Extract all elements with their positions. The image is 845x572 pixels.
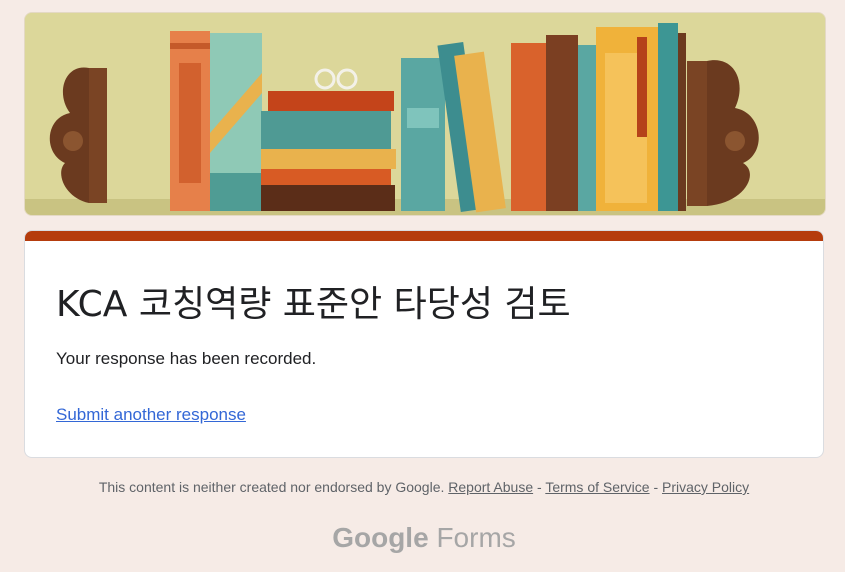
forms-wordmark: Forms: [436, 522, 516, 553]
report-abuse-link[interactable]: Report Abuse: [448, 479, 533, 495]
card-accent-bar: [25, 231, 823, 241]
bookshelf-illustration: [25, 13, 825, 215]
google-forms-logo[interactable]: Google Forms: [0, 522, 845, 554]
footer-separator: -: [537, 479, 542, 495]
confirmation-card: KCA 코칭역량 표준안 타당성 검토 Your response has be…: [24, 230, 824, 458]
header-banner: [24, 12, 826, 216]
google-wordmark: Google: [332, 522, 429, 553]
form-title: KCA 코칭역량 표준안 타당성 검토: [56, 284, 571, 325]
privacy-policy-link[interactable]: Privacy Policy: [662, 479, 749, 495]
terms-of-service-link[interactable]: Terms of Service: [545, 479, 649, 495]
footer-disclaimer: This content is neither created nor endo…: [98, 479, 445, 495]
footer: This content is neither created nor endo…: [0, 479, 845, 495]
footer-separator: -: [653, 479, 659, 495]
confirmation-message: Your response has been recorded.: [56, 349, 317, 368]
submit-another-response-link[interactable]: Submit another response: [56, 405, 246, 425]
